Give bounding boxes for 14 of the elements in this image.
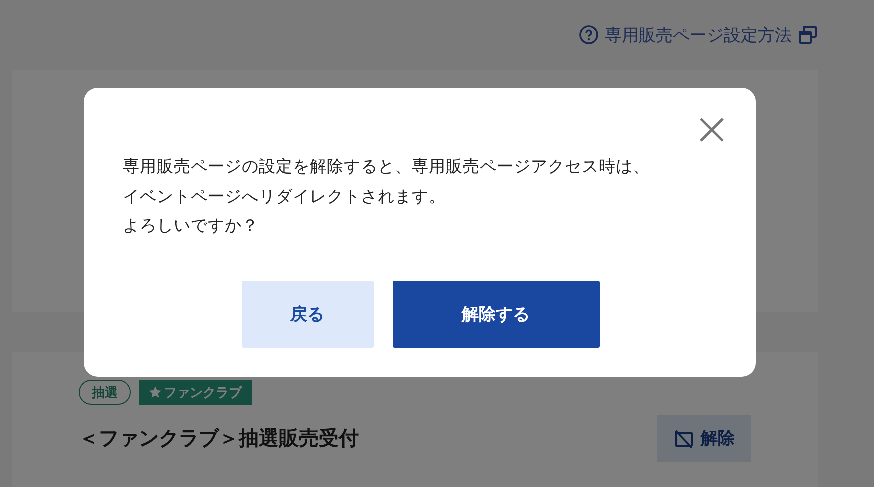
new-window-icon: [798, 25, 818, 45]
dialog-message-line: よろしいですか？: [123, 215, 259, 237]
close-icon[interactable]: [699, 117, 725, 143]
unlink-icon: [673, 428, 695, 450]
star-icon: [149, 386, 162, 399]
lottery-tag: 抽選: [79, 380, 131, 405]
confirm-button[interactable]: 解除する: [392, 280, 600, 348]
event-title: ＜ファンクラブ＞抽選販売受付: [79, 425, 359, 452]
help-icon: [579, 25, 599, 45]
fanclub-tag: ファンクラブ: [139, 380, 252, 405]
dialog-message-line: イベントページへリダイレクトされます。: [123, 186, 446, 208]
unlink-button[interactable]: 解除: [657, 415, 751, 462]
dialog-message-line: 専用販売ページの設定を解除すると、専用販売ページアクセス時は、: [123, 156, 650, 178]
back-button[interactable]: 戻る: [242, 280, 374, 348]
